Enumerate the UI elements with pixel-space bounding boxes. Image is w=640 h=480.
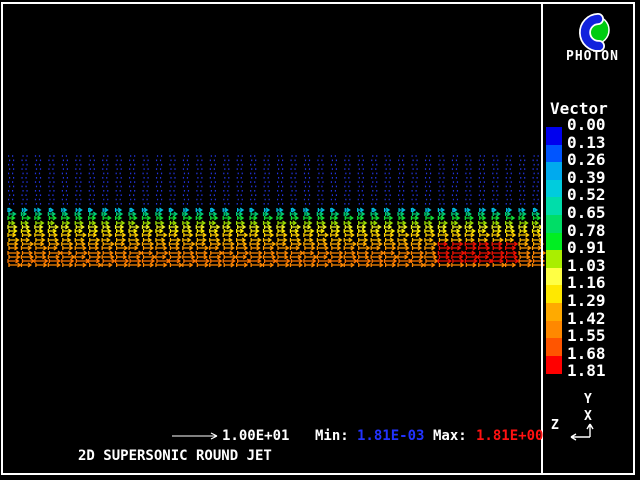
legend-tick-label: 1.03 xyxy=(567,257,606,275)
legend-tick-label: 0.13 xyxy=(567,134,606,152)
legend-tick-label: 1.29 xyxy=(567,292,606,310)
legend-swatch xyxy=(546,127,562,145)
legend-tick-label: 1.16 xyxy=(567,274,606,292)
legend-tick-label: 0.65 xyxy=(567,204,606,222)
max-label: Max: xyxy=(433,428,467,444)
min-value: 1.81E-03 xyxy=(357,428,424,444)
legend-tick-label: 0.26 xyxy=(567,151,606,169)
legend-swatch xyxy=(546,180,562,198)
reference-arrow-icon xyxy=(171,429,221,442)
window-border xyxy=(1,2,635,475)
reference-vector-value: 1.00E+01 xyxy=(222,428,289,444)
legend-swatch xyxy=(546,233,562,251)
photon-logo-icon xyxy=(568,11,612,53)
legend-swatch xyxy=(546,215,562,233)
legend-tick-label: 0.52 xyxy=(567,186,606,204)
axis-x-label: X xyxy=(584,409,592,424)
legend-swatch xyxy=(546,356,562,374)
legend-swatch xyxy=(546,145,562,163)
legend-swatch xyxy=(546,197,562,215)
max-value: 1.81E+00 xyxy=(476,428,543,444)
legend-swatch xyxy=(546,303,562,321)
axis-triad-icon xyxy=(560,415,605,443)
min-label: Min: xyxy=(315,428,349,444)
legend-tick-label: 0.39 xyxy=(567,169,606,187)
legend-swatch xyxy=(546,268,562,286)
axis-z-label: Z xyxy=(551,418,559,433)
legend-tick-label: 1.42 xyxy=(567,310,606,328)
sidebar-divider xyxy=(541,2,543,475)
axis-y-label: Y xyxy=(584,392,592,407)
legend-swatch xyxy=(546,162,562,180)
legend-tick-label: 0.78 xyxy=(567,222,606,240)
app-title: PHOTON xyxy=(566,49,619,64)
legend-swatch xyxy=(546,250,562,268)
legend-tick-label: 0.00 xyxy=(567,116,606,134)
legend-tick-label: 1.81 xyxy=(567,362,606,380)
legend-swatch xyxy=(546,321,562,339)
legend-swatch xyxy=(546,338,562,356)
legend-tick-label: 1.55 xyxy=(567,327,606,345)
photon-window: PHOTON Vector Y X Z 1.00E+01 Min: 1.81E-… xyxy=(0,0,640,480)
plot-title: 2D SUPERSONIC ROUND JET xyxy=(78,448,272,464)
legend-tick-label: 1.68 xyxy=(567,345,606,363)
legend-swatch xyxy=(546,285,562,303)
legend-tick-label: 0.91 xyxy=(567,239,606,257)
